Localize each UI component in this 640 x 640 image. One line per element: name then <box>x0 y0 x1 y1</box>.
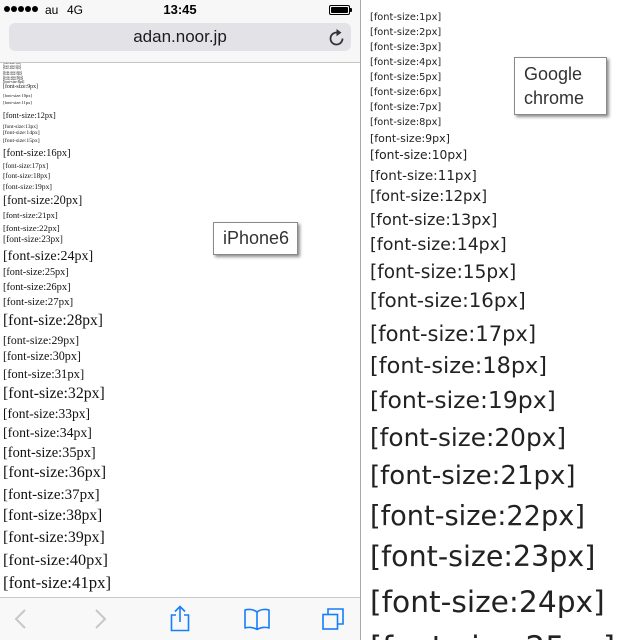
chrome-text-line: [font-size:18px] <box>370 353 548 379</box>
iphone-text-line: [font-size:29px] <box>3 332 80 347</box>
iphone-text-line: [font-size:27px] <box>3 296 74 309</box>
status-time: 13:45 <box>163 2 197 17</box>
safari-top-bar: au 4G 13:45 adan.noor.jp <box>0 0 360 63</box>
chrome-text-line: [font-size:5px] <box>370 71 442 83</box>
iphone6-label: iPhone6 <box>213 222 298 255</box>
chrome-text-line: [font-size:13px] <box>370 209 498 229</box>
comparison-screenshot: au 4G 13:45 adan.noor.jp [font-size:1px]… <box>0 0 640 640</box>
address-bar[interactable]: adan.noor.jp <box>9 23 351 51</box>
iphone-text-line: [font-size:11px] <box>3 100 32 106</box>
iphone-text-line: [font-size:41px] <box>3 572 112 592</box>
iphone-text-line: [font-size:32px] <box>3 385 105 403</box>
chrome-text-line: [font-size:11px] <box>370 167 477 184</box>
reload-icon[interactable] <box>329 28 345 46</box>
battery-cap <box>350 8 352 12</box>
iphone-text-line: [font-size:23px] <box>3 235 63 246</box>
chrome-text-line: [font-size:9px] <box>370 132 450 146</box>
battery-icon <box>329 5 352 15</box>
iphone-text-line: [font-size:34px] <box>3 425 92 441</box>
iphone-text-line: [font-size:17px] <box>3 161 49 170</box>
iphone-text-line: [font-size:37px] <box>3 486 100 503</box>
iphone-text-line: [font-size:26px] <box>3 282 71 294</box>
iphone-text-line: [font-size:24px] <box>3 249 94 265</box>
iphone-text-line: [font-size:10px] <box>3 93 32 99</box>
chrome-text-line: [font-size:20px] <box>370 422 567 452</box>
iphone-text-line: [font-size:30px] <box>3 349 81 364</box>
forward-icon[interactable] <box>93 608 107 630</box>
chrome-text-line: [font-size:25px] <box>370 629 615 640</box>
status-bar: au 4G 13:45 <box>0 0 360 20</box>
iphone-text-line: [font-size:14px] <box>3 130 40 137</box>
chrome-text-line: [font-size:21px] <box>370 460 576 491</box>
iphone-text-line: [font-size:20px] <box>3 193 83 208</box>
battery-level <box>331 7 348 13</box>
chrome-text-line: [font-size:12px] <box>370 187 487 205</box>
iphone-text-line: [font-size:21px] <box>3 209 58 220</box>
chrome-text-line: [font-size:8px] <box>370 116 442 128</box>
iphone-text-line: [font-size:12px] <box>3 110 56 120</box>
iphone-text-line: [font-size:9px] <box>3 84 39 91</box>
iphone-text-line: [font-size:18px] <box>3 171 51 181</box>
iphone-text-line: [font-size:33px] <box>3 405 90 421</box>
chrome-text-line: [font-size:19px] <box>370 386 556 415</box>
chrome-text-line: [font-size:17px] <box>370 321 537 346</box>
google-chrome-label: Google chrome <box>514 57 607 115</box>
chrome-text-line: [font-size:16px] <box>370 288 526 312</box>
iphone-text-line: [font-size:35px] <box>3 445 96 461</box>
iphone-text-line: [font-size:25px] <box>3 266 69 278</box>
iphone-text-line: [font-size:22px] <box>3 222 60 233</box>
chrome-text-line: [font-size:22px] <box>370 501 585 532</box>
iphone-text-line: [font-size:31px] <box>3 367 85 382</box>
iphone-text-line: [font-size:39px] <box>3 529 105 547</box>
iphone-safari-pane: au 4G 13:45 adan.noor.jp [font-size:1px]… <box>0 0 360 640</box>
safari-bottom-toolbar <box>0 597 360 640</box>
chrome-text-line: [font-size:10px] <box>370 148 468 163</box>
iphone-text-line: [font-size:38px] <box>3 507 103 525</box>
chrome-text-line: [font-size:1px] <box>370 11 442 23</box>
chrome-text-line: [font-size:14px] <box>370 235 507 256</box>
iphone-text-line: [font-size:16px] <box>3 148 71 160</box>
chrome-text-line: [font-size:7px] <box>370 101 442 113</box>
chrome-text-line: [font-size:15px] <box>370 262 517 284</box>
back-icon[interactable] <box>14 608 28 630</box>
iphone-text-line: [font-size:36px] <box>3 464 107 481</box>
chrome-text-line: [font-size:6px] <box>370 86 442 98</box>
iphone-text-line: [font-size:15px] <box>3 138 40 145</box>
url-text: adan.noor.jp <box>133 27 227 46</box>
chrome-text-line: [font-size:4px] <box>370 56 442 68</box>
bookmarks-icon[interactable] <box>243 608 271 631</box>
iphone-page-content: [font-size:1px] [font-size:2px] [font-size… <box>0 63 360 597</box>
iphone-text-line: [font-size:28px] <box>3 312 103 330</box>
iphone-text-line: [font-size:19px] <box>3 182 52 192</box>
share-icon[interactable] <box>169 605 191 632</box>
tabs-icon[interactable] <box>321 607 345 631</box>
chrome-text-line: [font-size:2px] <box>370 26 442 38</box>
chrome-text-line: [font-size:3px] <box>370 41 442 53</box>
chrome-text-line: [font-size:24px] <box>370 585 605 621</box>
chrome-text-line: [font-size:23px] <box>370 540 596 574</box>
iphone-text-line: [font-size:40px] <box>3 549 108 569</box>
